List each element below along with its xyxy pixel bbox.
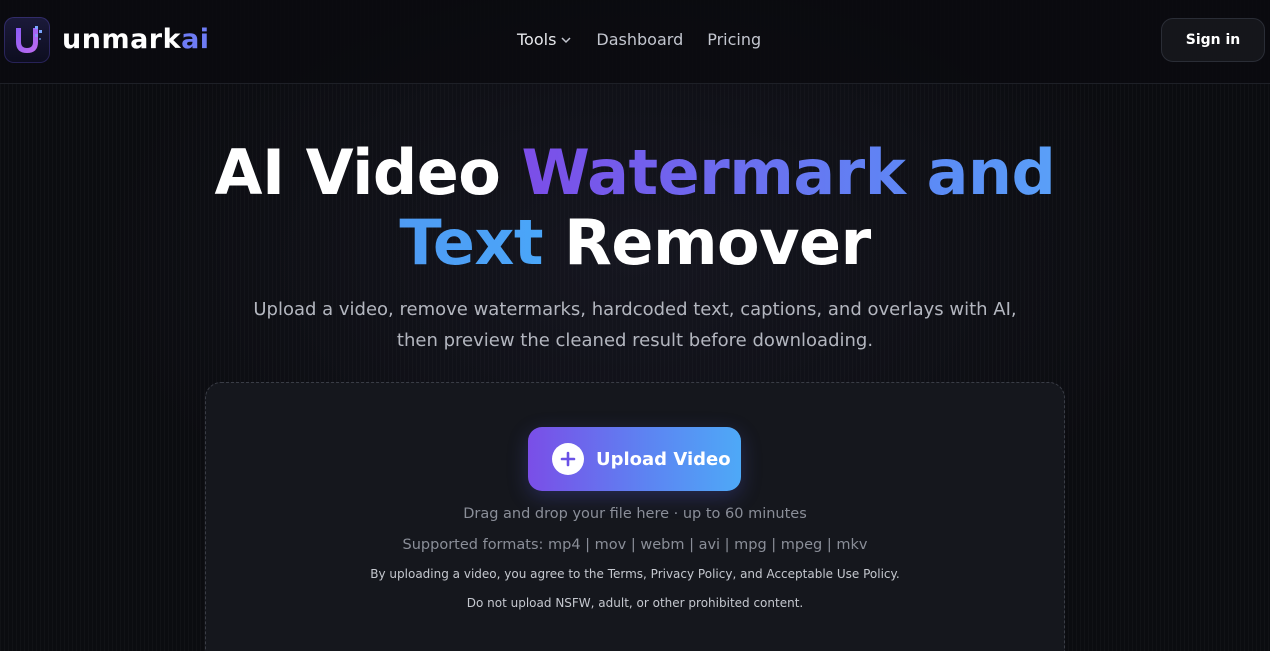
logo-main-text: unmark — [62, 24, 182, 55]
supported-formats: Supported formats: mp4 | mov | webm | av… — [402, 537, 868, 553]
nav-tools-label: Tools — [517, 30, 557, 49]
hero-title: AI Video Watermark and Text Remover — [0, 138, 1270, 278]
title-part-4: Remover — [543, 206, 871, 279]
title-part-2: Watermark and — [521, 136, 1056, 209]
main-nav: Tools Dashboard Pricing — [517, 28, 785, 52]
sign-in-button[interactable]: Sign in — [1161, 18, 1265, 62]
nav-pricing[interactable]: Pricing — [707, 28, 761, 52]
upload-video-label: Upload Video — [596, 448, 731, 470]
nsfw-notice: Do not upload NSFW, adult, or other proh… — [466, 596, 804, 610]
drag-drop-hint: Drag and drop your file here · up to 60 … — [463, 506, 807, 522]
chevron-down-icon — [561, 37, 571, 44]
plus-icon — [552, 443, 584, 475]
nav-dashboard[interactable]: Dashboard — [596, 28, 683, 52]
top-header: unmarkai Tools Dashboard Pricing Sign in — [0, 0, 1270, 84]
subtitle-line-1: Upload a video, remove watermarks, hardc… — [253, 299, 1017, 320]
upload-video-button[interactable]: Upload Video — [528, 427, 741, 491]
nav-tools[interactable]: Tools — [517, 28, 572, 52]
logo-wordmark[interactable]: unmarkai — [62, 22, 210, 58]
subtitle-line-2: then preview the cleaned result before d… — [396, 330, 874, 351]
hero-subtitle: Upload a video, remove watermarks, hardc… — [235, 294, 1035, 356]
title-part-1: AI Video — [214, 136, 522, 209]
legal-notice: By uploading a video, you agree to the T… — [370, 567, 900, 581]
logo-icon[interactable] — [4, 17, 50, 63]
logo-accent-text: ai — [181, 24, 210, 55]
title-part-3: Text — [399, 206, 544, 279]
